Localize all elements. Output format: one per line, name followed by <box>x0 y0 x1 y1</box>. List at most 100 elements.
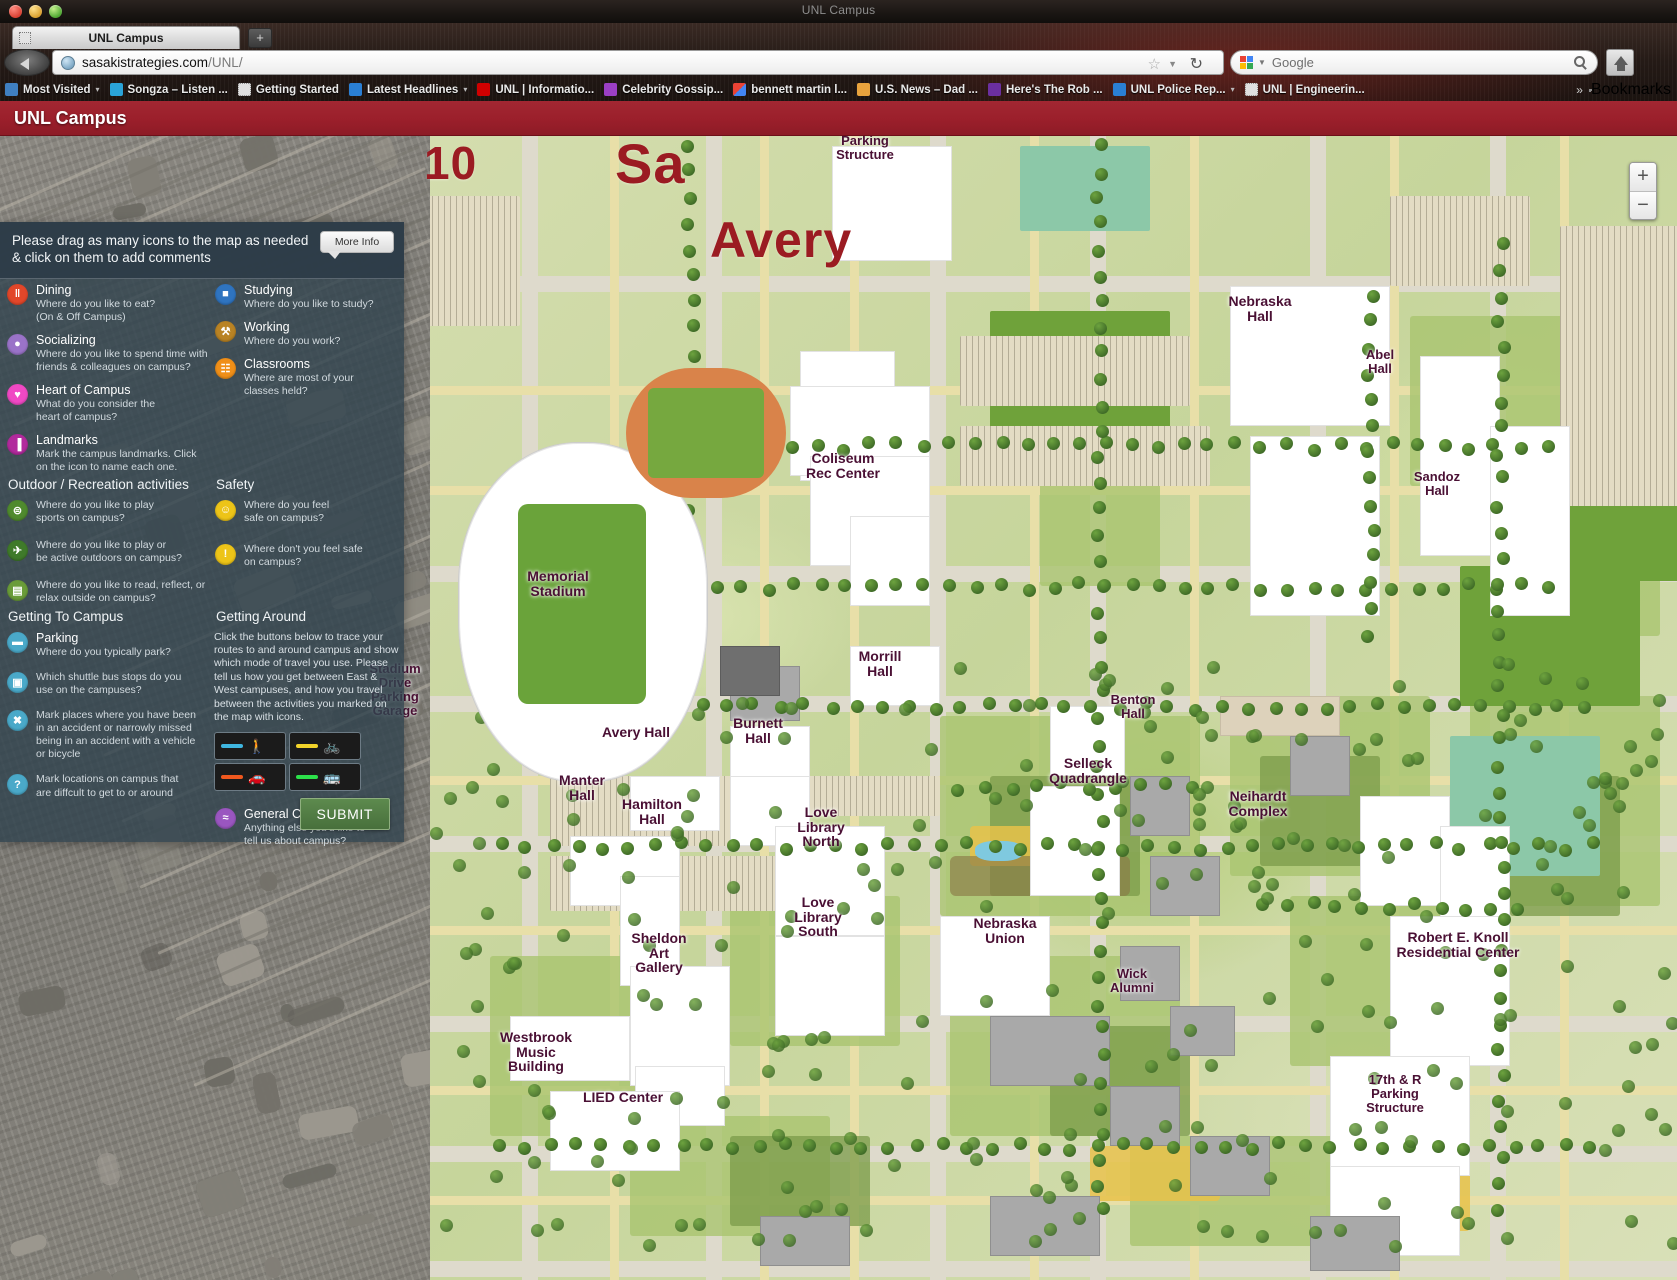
legend-item[interactable]: ■ Studying Where do you like to study? <box>214 283 404 311</box>
tree-icon <box>1160 682 1174 696</box>
smiley-face-icon[interactable]: ☺ <box>215 499 236 521</box>
bookmark-item[interactable]: Celebrity Gossip... <box>599 78 728 101</box>
bookmark-item[interactable]: Latest Headlines ▾ <box>344 78 472 101</box>
zoom-out-button[interactable]: − <box>1630 191 1656 219</box>
bookmark-item[interactable]: bennett martin l... <box>728 78 852 101</box>
legend-item-title: Landmarks <box>36 433 98 448</box>
open-book-icon[interactable]: ■ <box>215 283 236 305</box>
legend-item[interactable]: ▤ Where do you like to read, reflect, or … <box>6 579 212 605</box>
heart-icon[interactable]: ♥ <box>7 384 28 406</box>
legend-item[interactable]: ✈ Where do you like to play or be active … <box>6 539 212 565</box>
bookmark-item[interactable]: U.S. News – Dad ... <box>852 78 983 101</box>
reload-icon[interactable]: ↻ <box>1190 54 1203 74</box>
bookmark-item[interactable]: UNL Police Rep... ▾ <box>1108 78 1240 101</box>
tree-icon <box>470 999 484 1013</box>
fork-knife-icon[interactable]: ‖ <box>7 283 28 305</box>
bookmark-item[interactable]: UNL | Engineerin... <box>1240 78 1370 101</box>
walking-mode-button[interactable]: 🚶 <box>214 731 286 760</box>
chevron-right-icon[interactable]: » <box>1576 83 1583 97</box>
legend-item[interactable]: ● Socializing Where do you like to spend t… <box>6 333 212 374</box>
legend-item[interactable]: ⊜ Where do you like to play sports on cam… <box>6 499 212 525</box>
legend-item[interactable]: ▬ Parking Where do you typically park? <box>6 631 212 659</box>
tree-icon <box>726 881 740 895</box>
legend-item[interactable]: ☷ Classrooms Where are most of your classe… <box>214 357 404 398</box>
bookmark-star-icon[interactable]: ☆ <box>1148 55 1161 73</box>
legend-instruction-line-1: Please drag as many icons to the map as … <box>12 233 309 248</box>
legend-item[interactable]: ‖ Dining Where do you like to eat? (On & O… <box>6 283 212 324</box>
bookmark-label: Latest Headlines <box>366 83 459 96</box>
car-mode-button[interactable]: 🚗 <box>214 762 286 791</box>
home-button[interactable] <box>1606 49 1634 76</box>
bookmark-label: Getting Started <box>255 83 339 96</box>
tree-icon <box>942 579 956 593</box>
wrench-icon[interactable]: ⚒ <box>215 320 236 342</box>
frisbee-icon[interactable]: ✈ <box>7 539 28 561</box>
legend-item[interactable]: ☺ Where do you feel safe on campus? <box>214 499 404 525</box>
travel-mode-buttons[interactable]: 🚶 🚲 🚗 🚌 <box>214 731 362 791</box>
tree-icon <box>452 858 466 872</box>
speech-bubbles-icon[interactable]: ● <box>7 333 28 355</box>
address-bar[interactable]: sasakistrategies.com/UNL/ ☆ ▼ ↻ <box>52 50 1224 75</box>
tree-icon <box>1478 808 1492 822</box>
zoom-in-button[interactable]: + <box>1630 163 1656 191</box>
legend-item[interactable]: ▣ Which shuttle bus stops do you use on t… <box>6 671 212 697</box>
legend-item[interactable]: ♥ Heart of Campus What do you consider the… <box>6 383 212 424</box>
tree-icon <box>836 443 850 457</box>
tree-icon <box>591 1154 605 1168</box>
bookmark-item[interactable]: Most Visited ▾ <box>0 78 105 101</box>
legend-item[interactable]: ✖ Mark places where you have been in an a… <box>6 709 212 762</box>
tree-icon <box>1078 843 1092 857</box>
tree-icon <box>1307 896 1321 910</box>
warning-icon[interactable]: ! <box>215 543 236 565</box>
chevron-down-icon[interactable]: ▾ <box>463 85 467 94</box>
submit-button[interactable]: SUBMIT <box>299 798 390 830</box>
monument-icon[interactable]: ▐ <box>7 434 28 456</box>
tree-icon <box>1014 842 1028 856</box>
search-icon[interactable] <box>1574 56 1585 67</box>
tree-icon <box>1645 1037 1659 1051</box>
chevron-down-icon[interactable]: ▼ <box>1258 58 1266 67</box>
bookmark-item[interactable]: Getting Started <box>233 78 344 101</box>
open-book-icon[interactable]: ▤ <box>7 580 28 602</box>
chalkboard-icon[interactable]: ☷ <box>215 357 236 379</box>
residential-block <box>1310 1216 1400 1271</box>
legend-item[interactable]: ! Where don't you feel safe on campus? <box>214 543 404 569</box>
chevron-down-icon[interactable]: ▼ <box>1168 59 1177 69</box>
tree-icon <box>649 837 663 851</box>
comment-waves-icon[interactable]: ≈ <box>215 807 236 829</box>
tab-unl-campus[interactable]: UNL Campus <box>12 26 240 49</box>
tree-icon <box>1307 443 1321 457</box>
back-button[interactable] <box>4 49 50 76</box>
legend-item[interactable]: ⚒ Working Where do you work? <box>214 320 404 348</box>
legend-item[interactable]: ? Mark locations on campus that are diffc… <box>6 773 212 799</box>
legend-panel[interactable]: Please drag as many icons to the map as … <box>0 222 404 847</box>
bookmark-item[interactable]: Here's The Rob ... <box>983 78 1108 101</box>
sports-ball-icon[interactable]: ⊜ <box>7 499 28 521</box>
tree-icon <box>1092 739 1106 753</box>
tree-icon <box>1658 1123 1672 1137</box>
bookmark-item[interactable]: Songza – Listen ... <box>105 78 233 101</box>
search-bar[interactable]: ▼ Google <box>1230 50 1598 75</box>
tree-icon <box>1419 910 1433 924</box>
tree-icon <box>1400 837 1414 851</box>
tree-icon <box>1459 903 1473 917</box>
car-icon[interactable]: ▬ <box>7 631 28 653</box>
bookmark-item[interactable]: UNL | Informatio... <box>472 78 599 101</box>
tree-icon <box>1269 702 1283 715</box>
tree-icon <box>1616 886 1630 900</box>
bicycle-mode-button[interactable]: 🚲 <box>289 731 361 760</box>
more-info-button[interactable]: More Info <box>320 231 394 259</box>
tree-icon <box>1491 1176 1505 1190</box>
map-zoom-controls[interactable]: + − <box>1629 162 1657 220</box>
chevron-down-icon[interactable]: ▾ <box>1231 85 1235 94</box>
chevron-down-icon[interactable]: ▾ <box>96 85 100 94</box>
legend-item[interactable]: ▐ Landmarks Mark the campus landmarks. Cli… <box>6 433 212 474</box>
bookmarks-overflow[interactable]: » Bookmarks <box>1570 81 1677 99</box>
new-tab-button[interactable]: + <box>248 28 272 48</box>
bus-mode-button[interactable]: 🚌 <box>289 762 361 791</box>
collision-icon[interactable]: ✖ <box>7 709 28 731</box>
tree-icon <box>1091 244 1105 258</box>
bus-icon[interactable]: ▣ <box>7 671 28 693</box>
question-mark-icon[interactable]: ? <box>7 774 28 796</box>
tree-icon <box>1013 1136 1027 1150</box>
